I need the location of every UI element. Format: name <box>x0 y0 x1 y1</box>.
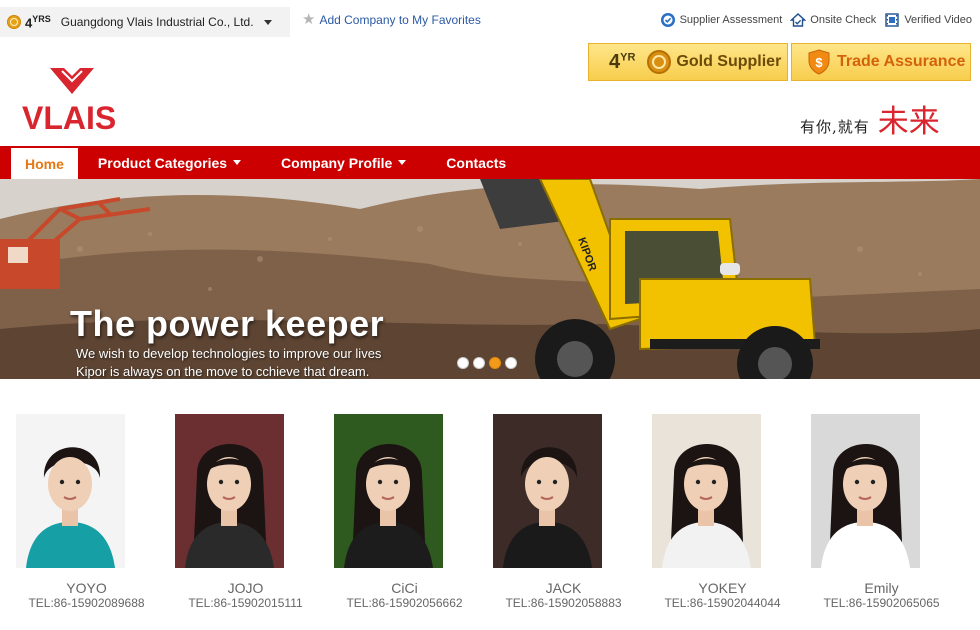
slogan-big: 未来 <box>877 104 940 140</box>
verification-links: Supplier Assessment Onsite Check Verifie… <box>660 12 972 28</box>
chevron-down-icon <box>263 19 272 25</box>
slide-dot-4[interactable] <box>505 357 517 369</box>
chevron-down-icon <box>233 160 242 165</box>
staff-photo <box>334 414 443 568</box>
favorites-label: Add Company to My Favorites <box>319 12 481 27</box>
staff-card: YOKEY TEL:86-15902044044 <box>652 414 811 610</box>
slogan-small: 有你,就有 <box>800 118 870 136</box>
gold-medal-icon <box>647 50 672 74</box>
nav-home[interactable]: Home <box>11 146 78 179</box>
logo-text: VLAIS <box>22 100 117 136</box>
verified-video-link[interactable]: Verified Video <box>884 12 972 28</box>
staff-card: CiCi TEL:86-15902056662 <box>334 414 493 610</box>
slide-dot-1[interactable] <box>457 357 469 369</box>
years-badge: 4YRS <box>25 13 51 31</box>
staff-name: JOJO <box>227 580 264 596</box>
slide-dot-3[interactable] <box>489 357 501 369</box>
gold-coin-icon <box>7 15 21 29</box>
staff-photo <box>652 414 761 568</box>
trade-assurance-label: Trade Assurance <box>837 53 966 70</box>
nav-contacts[interactable]: Contacts <box>426 146 526 179</box>
staff-card: JACK TEL:86-15902058883 <box>493 414 652 610</box>
staff-card: Emily TEL:86-15902065065 <box>811 414 970 610</box>
banner-title: The power keeper <box>70 303 385 344</box>
banner-subtitle-line2: Kipor is always on the move to cchieve t… <box>76 364 370 379</box>
company-name: Guangdong Vlais Industrial Co., Ltd. <box>60 15 254 29</box>
company-logo[interactable]: VLAIS <box>22 64 122 136</box>
staff-phone: TEL:86-15902065065 <box>823 596 940 610</box>
staff-name: JACK <box>545 580 582 596</box>
staff-name: YOYO <box>66 580 107 596</box>
logo-emblem-icon <box>50 68 94 94</box>
onsite-check-label: Onsite Check <box>810 14 877 26</box>
badge-check-icon <box>660 13 675 27</box>
film-icon <box>885 13 900 27</box>
company-slogan: 有你,就有 未来 <box>800 96 940 141</box>
banner-subtitle-line1: We wish to develop technologies to impro… <box>76 346 382 361</box>
staff-name: Emily <box>864 580 899 596</box>
staff-photo <box>811 414 920 568</box>
supplier-assessment-link[interactable]: Supplier Assessment <box>660 12 783 28</box>
staff-card: JOJO TEL:86-15902015111 <box>175 414 334 610</box>
add-to-favorites-link[interactable]: ★ Add Company to My Favorites <box>302 12 481 27</box>
trade-assurance-badge[interactable]: $ Trade Assurance <box>791 43 971 81</box>
staff-phone: TEL:86-15902015111 <box>188 596 303 610</box>
staff-name: YOKEY <box>698 580 747 596</box>
membership-years: 4YR <box>609 50 636 73</box>
gold-supplier-badge[interactable]: 4YR Gold Supplier <box>588 43 788 81</box>
staff-photo <box>493 414 602 568</box>
onsite-check-link[interactable]: Onsite Check <box>790 12 876 28</box>
nav-company-profile[interactable]: Company Profile <box>261 146 426 179</box>
gold-supplier-label: Gold Supplier <box>676 53 782 70</box>
staff-phone: TEL:86-15902058883 <box>505 596 622 610</box>
staff-name: CiCi <box>391 580 418 596</box>
staff-photo <box>175 414 284 568</box>
svg-text:$: $ <box>815 55 823 70</box>
star-icon: ★ <box>302 11 316 28</box>
slide-dot-2[interactable] <box>473 357 485 369</box>
house-check-icon <box>790 13 807 27</box>
verified-video-label: Verified Video <box>904 14 972 26</box>
staff-phone: TEL:86-15902044044 <box>664 596 781 610</box>
supplier-assessment-label: Supplier Assessment <box>679 14 783 26</box>
staff-phone: TEL:86-15902056662 <box>346 596 463 610</box>
shield-dollar-icon: $ <box>808 49 830 75</box>
top-bar: 4YRS Guangdong Vlais Industrial Co., Ltd… <box>0 0 980 42</box>
nav-product-categories[interactable]: Product Categories <box>78 146 261 179</box>
main-navigation: Home Product Categories Company Profile … <box>0 146 980 179</box>
slide-indicators <box>457 357 517 369</box>
staff-card: YOYO TEL:86-15902089688 <box>16 414 175 610</box>
hero-banner[interactable]: KIPOR The power keeper We wish to develo… <box>0 179 980 379</box>
company-selector[interactable]: 4YRS Guangdong Vlais Industrial Co., Ltd… <box>0 7 290 37</box>
staff-phone: TEL:86-15902089688 <box>28 596 145 610</box>
chevron-down-icon <box>398 160 407 165</box>
staff-photo <box>16 414 125 568</box>
